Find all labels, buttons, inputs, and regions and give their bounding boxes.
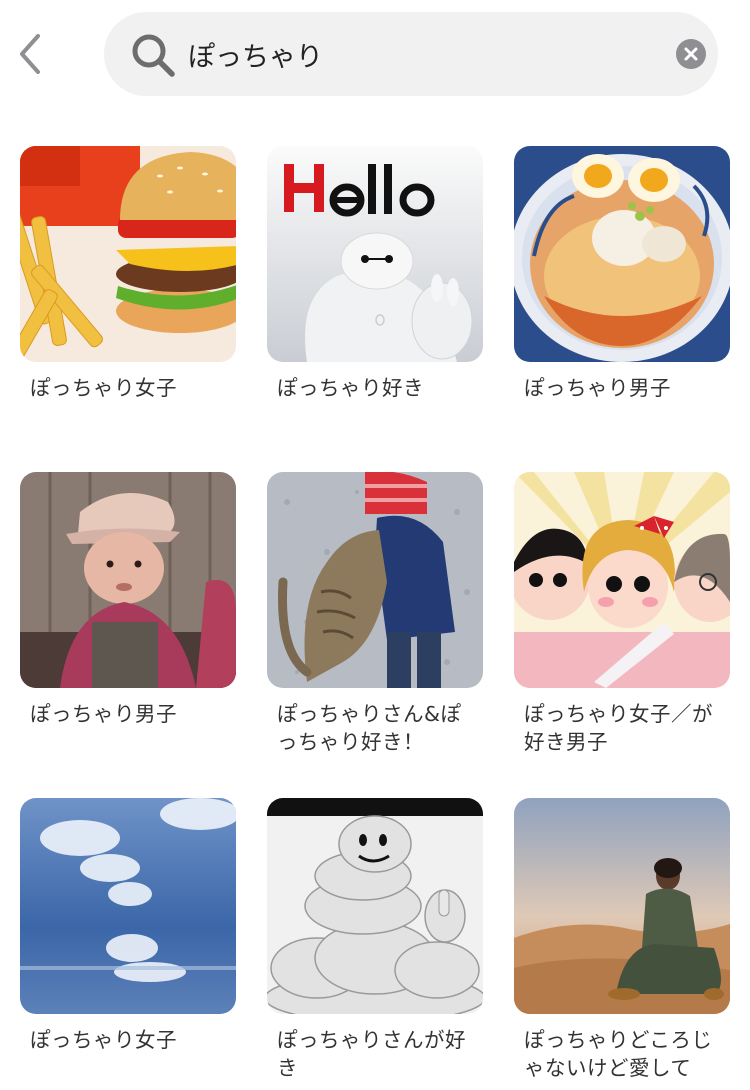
- cat-and-child-image: [267, 472, 483, 688]
- result-thumbnail[interactable]: [514, 472, 730, 688]
- result-label: ぽっちゃり好き: [277, 376, 424, 400]
- cartoon-girls-image: [514, 472, 730, 688]
- hamburger-image: [20, 146, 236, 362]
- results-grid: ぽっちゃり女子 ぽっちゃり好き ぽっちゃり男子 ぽっちゃり男子 ぽっちゃりさん&…: [20, 146, 730, 1090]
- result-label: ぽっちゃりどころじゃないけど愛して: [524, 1028, 713, 1080]
- search-results-screen: ぽっちゃり女子: [0, 0, 750, 1090]
- result-label: ぽっちゃりさんが好き: [277, 1028, 466, 1080]
- result-card[interactable]: ぽっちゃり好き: [267, 146, 483, 472]
- result-card[interactable]: ぽっちゃり女子／が好き男子: [514, 472, 730, 798]
- result-thumbnail[interactable]: [267, 798, 483, 1014]
- result-label: ぽっちゃり女子: [30, 1028, 177, 1052]
- clear-icon: [684, 47, 698, 61]
- result-card[interactable]: ぽっちゃりさんが好き: [267, 798, 483, 1090]
- result-card[interactable]: ぽっちゃり女子: [20, 798, 236, 1090]
- result-card[interactable]: ぽっちゃりさん&ぽっちゃり好き！: [267, 472, 483, 798]
- result-thumbnail[interactable]: [267, 146, 483, 362]
- baby-photo-image: [20, 472, 236, 688]
- search-input[interactable]: [188, 34, 648, 74]
- result-label: ぽっちゃり女子: [30, 376, 177, 400]
- desert-woman-image: [514, 798, 730, 1014]
- sky-image: [20, 798, 236, 1014]
- result-card[interactable]: ぽっちゃり女子: [20, 146, 236, 472]
- result-thumbnail[interactable]: [267, 472, 483, 688]
- result-label: ぽっちゃり男子: [30, 702, 177, 726]
- clear-search-button[interactable]: [676, 39, 706, 69]
- search-bar[interactable]: [104, 12, 718, 96]
- hello-robot-image: [267, 146, 483, 362]
- back-button[interactable]: [14, 32, 50, 76]
- result-label: ぽっちゃりさん&ぽっちゃり好き！: [277, 702, 462, 754]
- chevron-left-icon: [20, 34, 40, 74]
- search-icon: [132, 34, 175, 77]
- result-card[interactable]: ぽっちゃり男子: [514, 146, 730, 472]
- result-thumbnail[interactable]: [514, 798, 730, 1014]
- result-card[interactable]: ぽっちゃり男子: [20, 472, 236, 798]
- result-thumbnail[interactable]: [20, 472, 236, 688]
- result-thumbnail[interactable]: [514, 146, 730, 362]
- result-card[interactable]: ぽっちゃりどころじゃないけど愛して: [514, 798, 730, 1090]
- ramen-image: [514, 146, 730, 362]
- result-label: ぽっちゃり男子: [524, 376, 671, 400]
- tire-mascot-image: [267, 798, 483, 1014]
- result-thumbnail[interactable]: [20, 798, 236, 1014]
- result-label: ぽっちゃり女子／が好き男子: [524, 702, 713, 754]
- result-thumbnail[interactable]: [20, 146, 236, 362]
